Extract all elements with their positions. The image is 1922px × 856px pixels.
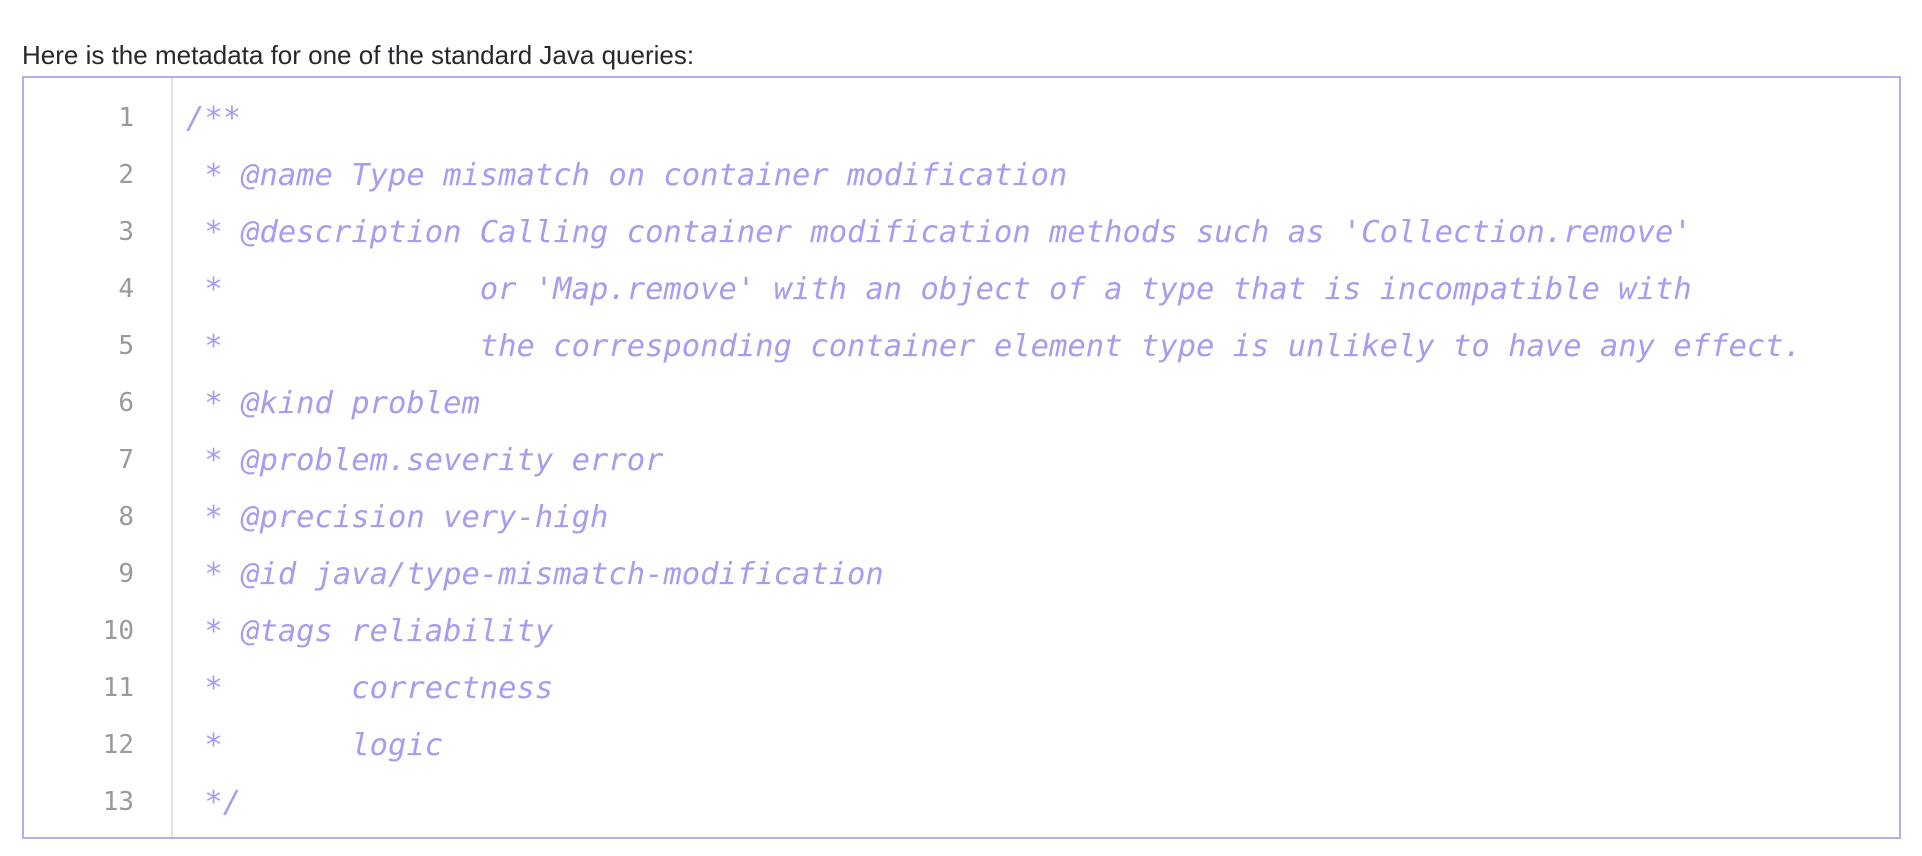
code-text: * @id java/type-mismatch-modification bbox=[186, 557, 884, 592]
code-line: 6 * @kind problem bbox=[24, 375, 1899, 432]
code-line: 5 * the corresponding container element … bbox=[24, 318, 1899, 375]
code-line: 11 * correctness bbox=[24, 660, 1899, 717]
line-number: 5 bbox=[118, 331, 134, 361]
code-text: * @problem.severity error bbox=[186, 443, 664, 478]
code-line: 7 * @problem.severity error bbox=[24, 432, 1899, 489]
code-text: * the corresponding container element ty… bbox=[186, 329, 1802, 364]
code-line: 4 * or 'Map.remove' with an object of a … bbox=[24, 261, 1899, 318]
code-line: 1 /** bbox=[24, 90, 1899, 147]
code-line: 2 * @name Type mismatch on container mod… bbox=[24, 147, 1899, 204]
line-number: 1 bbox=[118, 103, 134, 133]
line-number: 9 bbox=[118, 559, 134, 589]
code-line: 8 * @precision very-high bbox=[24, 489, 1899, 546]
code-text: /** bbox=[186, 101, 242, 136]
code-line: 3 * @description Calling container modif… bbox=[24, 204, 1899, 261]
line-number: 8 bbox=[118, 502, 134, 532]
code-text: * @precision very-high bbox=[186, 500, 609, 535]
line-number: 11 bbox=[102, 673, 134, 703]
code-text: * @name Type mismatch on container modif… bbox=[186, 158, 1068, 193]
code-text: * @kind problem bbox=[186, 386, 480, 421]
code-text: * or 'Map.remove' with an object of a ty… bbox=[186, 272, 1692, 307]
code-line: 9 * @id java/type-mismatch-modification bbox=[24, 546, 1899, 603]
intro-text: Here is the metadata for one of the stan… bbox=[22, 40, 695, 70]
line-number: 4 bbox=[118, 274, 134, 304]
line-number: 2 bbox=[118, 160, 134, 190]
line-number: 6 bbox=[118, 388, 134, 418]
line-number: 12 bbox=[102, 730, 134, 760]
code-text: */ bbox=[186, 785, 242, 820]
code-text: * correctness bbox=[186, 671, 554, 706]
code-block: 1 /** 2 * @name Type mismatch on container… bbox=[22, 76, 1901, 839]
line-number: 7 bbox=[118, 445, 134, 475]
line-number: 13 bbox=[102, 787, 134, 817]
code-text: * @description Calling container modific… bbox=[186, 215, 1692, 250]
code-line: 13 */ bbox=[24, 774, 1899, 831]
code-text: * @tags reliability bbox=[186, 614, 554, 649]
code-line: 12 * logic bbox=[24, 717, 1899, 774]
line-number: 3 bbox=[118, 217, 134, 247]
line-number: 10 bbox=[102, 616, 134, 646]
code-text: * logic bbox=[186, 728, 444, 763]
code-line: 10 * @tags reliability bbox=[24, 603, 1899, 660]
